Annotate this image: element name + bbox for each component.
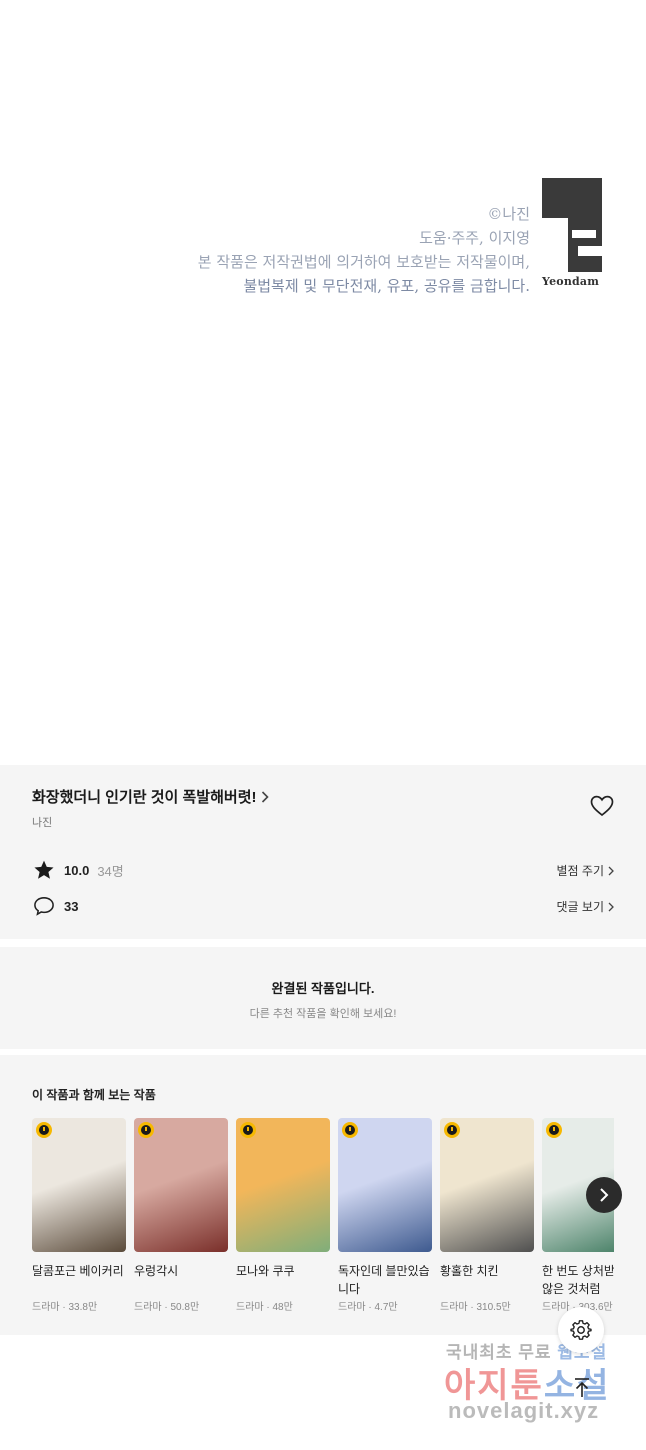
card-meta: 드라마 · 48만 [236, 1302, 293, 1313]
logo-name: Yeondam [542, 275, 600, 288]
watermark: 국내최초 무료 웹소설 아지툰소설 novelagit.xyz [440, 1336, 640, 1436]
assistants-text: 도움·주주, 이지영 [419, 229, 530, 247]
notice-line-1: 본 작품은 저작권법에 의거하여 보호받는 저작물이며, [197, 253, 530, 271]
card-title[interactable]: 한 번도 상처받지 않은 것처럼 [542, 1262, 614, 1298]
credit-text: ©나진 도움·주주, 이지영 본 작품은 저작권법에 의거하여 보호받는 저작물… [198, 202, 530, 298]
clock-badge-icon [546, 1122, 562, 1138]
work-author: 나진 [32, 817, 53, 829]
clock-badge-icon [36, 1122, 52, 1138]
notice-line-2: 불법복제 및 무단전재, 유포, 공유를 금합니다. [243, 277, 530, 295]
clock-badge-icon [444, 1122, 460, 1138]
comments-count: 33 [64, 898, 79, 914]
arrow-up-icon[interactable] [562, 1368, 602, 1408]
cover-image[interactable] [338, 1118, 432, 1252]
heart-icon[interactable] [590, 795, 614, 817]
card-title[interactable]: 모나와 쿠쿠 [236, 1262, 330, 1298]
chevron-right-icon [608, 866, 614, 875]
comments-row: 33 [32, 894, 78, 918]
cover-image[interactable] [32, 1118, 126, 1252]
recommendation-card[interactable]: 독자인데 블만있습니다드라마 · 4.7만 [338, 1118, 432, 1313]
clock-badge-icon [138, 1122, 154, 1138]
chevron-right-icon [261, 790, 273, 804]
recommendation-carousel[interactable]: 달콤포근 베이커리 드라마 · 33.8만 우렁각시 드라마 · 50.8만 모나와 쿠… [32, 1118, 614, 1328]
card-meta: 드라마 · 50.8만 [134, 1302, 200, 1313]
clock-badge-icon [240, 1122, 256, 1138]
rating-count: 34명 [97, 863, 124, 879]
completed-banner: 완결된 작품입니다. 다른 추천 작품을 확인해 보세요! [0, 947, 646, 1049]
recommendation-card[interactable]: 모나와 쿠쿠드라마 · 48만 [236, 1118, 330, 1313]
card-title[interactable]: 황홀한 치킨 [440, 1262, 534, 1298]
card-meta: 드라마 · 4.7만 [338, 1302, 398, 1313]
gear-icon[interactable] [558, 1307, 604, 1353]
comments-button-label[interactable]: 댓글 보기 [557, 898, 605, 915]
star-icon [32, 858, 56, 882]
card-title[interactable]: 달콤포근 베이커리 [32, 1262, 126, 1298]
work-title-link[interactable]: 화장했더니 인기란 것이 폭발해버렷! [32, 786, 273, 807]
work-title[interactable]: 화장했더니 인기란 것이 폭발해버렷! [32, 786, 257, 807]
cover-image[interactable] [134, 1118, 228, 1252]
logo-mark [542, 178, 602, 272]
rate-button[interactable]: 별점 주기 [557, 862, 615, 879]
rate-button-label[interactable]: 별점 주기 [557, 862, 605, 879]
comments-button[interactable]: 댓글 보기 [557, 898, 615, 915]
card-meta: 드라마 · 33.8만 [32, 1302, 98, 1313]
chevron-right-icon [608, 902, 614, 911]
card-meta: 드라마 · 310.5만 [440, 1302, 511, 1313]
completed-heading: 완결된 작품입니다. [271, 981, 375, 996]
recommendations-section: 이 작품과 함께 보는 작품 달콤포근 베이커리 드라마 · 33.8만 우렁각시 드… [0, 1055, 646, 1335]
recommendations-title: 이 작품과 함께 보는 작품 [32, 1088, 156, 1102]
publisher-logo: Yeondam [542, 178, 602, 290]
card-title[interactable]: 독자인데 블만있습니다 [338, 1262, 432, 1298]
recommendation-card[interactable]: 달콤포근 베이커리드라마 · 33.8만 [32, 1118, 126, 1313]
recommendation-card[interactable]: 황홀한 치킨드라마 · 310.5만 [440, 1118, 534, 1313]
work-info-panel: 화장했더니 인기란 것이 폭발해버렷! 나진 10.0 34명 별점 주기 33… [0, 765, 646, 939]
rating-value: 10.0 [64, 862, 90, 878]
card-title[interactable]: 우렁각시 [134, 1262, 228, 1298]
rating-row: 10.0 34명 [32, 858, 124, 882]
recommendation-card[interactable]: 한 번도 상처받지 않은 것처럼드라마 · 303.6만 [542, 1118, 614, 1313]
copyright-text: ©나진 [487, 205, 530, 223]
cover-image[interactable] [440, 1118, 534, 1252]
carousel-next-icon[interactable] [586, 1177, 622, 1213]
cover-image[interactable] [236, 1118, 330, 1252]
credits-section: ©나진 도움·주주, 이지영 본 작품은 저작권법에 의거하여 보호받는 저작물… [0, 170, 646, 300]
completed-subtext: 다른 추천 작품을 확인해 보세요! [249, 1008, 397, 1020]
clock-badge-icon [342, 1122, 358, 1138]
comment-bubble-icon [32, 894, 56, 918]
recommendation-card[interactable]: 우렁각시드라마 · 50.8만 [134, 1118, 228, 1313]
